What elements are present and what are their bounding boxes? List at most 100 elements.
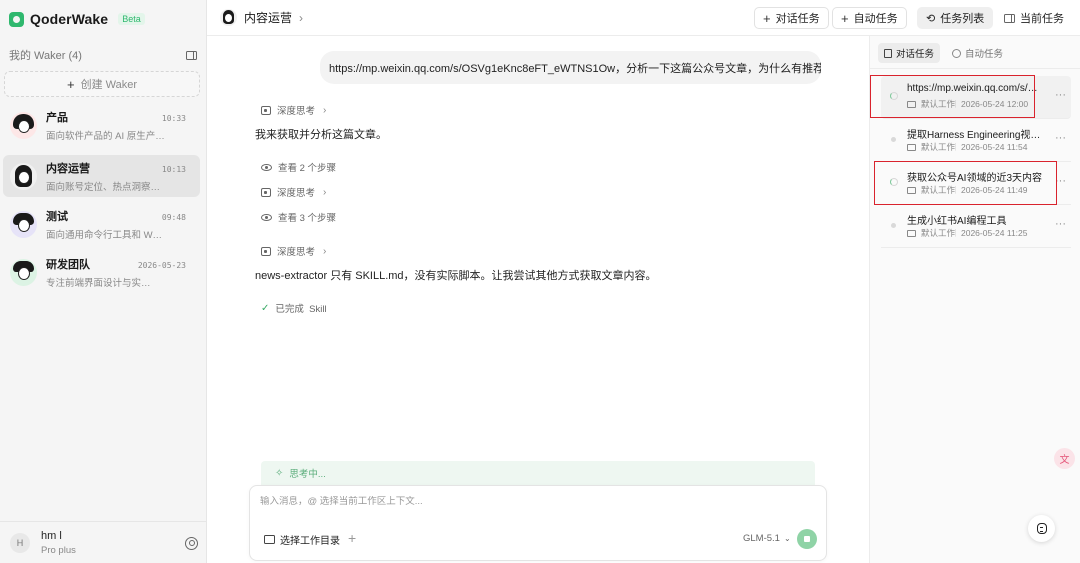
tab-chat-tasks[interactable]: 对话任务 [878,43,941,63]
user-plan: Pro plus [41,545,76,556]
new-chat-task-button[interactable]: + 对话任务 [754,7,829,29]
page-title: 内容运营 [244,11,293,25]
waker-section-header: 我的 Waker (4) [9,47,197,63]
more-icon[interactable]: ··· [1055,218,1066,230]
waker-desc: 面向软件产品的 AI 原生产品… [46,130,166,142]
eye-icon [261,213,272,221]
breadcrumb[interactable]: 内容运营 › [220,9,303,26]
chat-task-label: 对话任务 [775,13,820,25]
waker-desc: 面向账号定位、热点洞察、… [46,181,166,193]
stop-button[interactable] [797,529,817,549]
deep-think-toggle[interactable]: 深度思考 › [261,185,326,199]
task-title: 获取公众号AI领域的近3天内容 [907,173,1043,184]
loading-spinner-icon [890,92,898,100]
waker-name: 内容运营 [46,162,90,175]
task-time: 2026-05-24 12:00 [961,99,1029,109]
current-task-button[interactable]: 当前任务 [995,7,1073,29]
status-dot-icon [891,223,896,228]
deep-think-label: 深度思考 [277,106,316,117]
deep-think-toggle[interactable]: 深度思考 › [261,103,326,117]
more-icon[interactable]: ··· [1055,175,1066,187]
task-panel: 对话任务 自动任务 https://mp.weixin.qq.com/s/OSV… [869,36,1080,563]
model-selector[interactable]: GLM-5.1 ⌄ [743,533,791,544]
bug-report-button[interactable] [1028,515,1055,542]
chevron-right-icon: › [299,10,304,25]
task-workspace: 默认工作区 [921,142,956,152]
tab-chat-tasks-label: 对话任务 [896,49,935,60]
clock-icon [952,48,962,58]
task-panel-tabs: 对话任务 自动任务 [878,43,1009,63]
folder-icon [907,143,916,151]
doc-icon [884,48,892,58]
user-avatar: H [10,533,30,553]
waker-item-content-ops[interactable]: 内容运营 10:13 面向账号定位、热点洞察、… [3,155,200,197]
waker-item-product[interactable]: 产品 10:33 面向软件产品的 AI 原生产品… [3,104,200,146]
view-steps-toggle[interactable]: 查看 3 个步骤 [261,210,336,224]
waker-item-dev-team[interactable]: 研发团队 2026-05-23 专注前端界面设计与实… [3,251,200,293]
translate-icon[interactable]: 文 [1054,448,1075,469]
done-label: 已完成 Skill [275,304,327,315]
plus-icon: + [841,10,849,26]
task-time: 2026-05-24 11:25 [961,228,1028,238]
more-icon[interactable]: ··· [1055,89,1066,101]
message-composer: 选择工作目录 + GLM-5.1 ⌄ [249,485,827,561]
deep-think-label: 深度思考 [277,188,316,199]
history-icon: ⟲ [926,12,936,25]
avatar-face [18,170,30,184]
tab-auto-tasks[interactable]: 自动任务 [946,43,1009,63]
task-workspace: 默认工作区 [921,99,956,109]
message-input[interactable] [260,496,800,507]
divider [870,68,1080,69]
check-icon: ✓ [261,302,270,314]
task-item[interactable]: 提取Harness Engineering视频内容 默认工作区 2026-05-… [881,119,1071,162]
add-attachment-button[interactable]: + [348,530,356,546]
plus-icon: + [763,10,771,26]
task-meta: 默认工作区 2026-05-24 11:54 [907,141,1027,153]
task-workspace: 默认工作区 [921,228,956,238]
task-list-button[interactable]: ⟲ 任务列表 [917,7,994,29]
chevron-right-icon: › [323,186,327,198]
waker-name: 产品 [46,111,68,124]
view-steps-toggle[interactable]: 查看 2 个步骤 [261,160,336,174]
waker-section-label: 我的 Waker (4) [9,50,82,62]
folder-icon [907,100,916,108]
task-list-label: 任务列表 [940,13,985,25]
divider [0,521,207,522]
auto-task-label: 自动任务 [853,13,898,25]
waker-time: 10:33 [161,113,186,123]
sidebar: QoderWake Beta 我的 Waker (4) + 创建 Waker 产… [0,0,207,563]
thinking-status-bar: ✧ 思考中... [261,461,815,485]
task-item[interactable]: 获取公众号AI领域的近3天内容 默认工作区 2026-05-24 11:49 ·… [881,162,1071,205]
task-meta: 默认工作区 2026-05-24 12:00 [907,98,1028,110]
waker-item-test[interactable]: 测试 09:48 面向通用命令行工具和 Web … [3,203,200,245]
status-dot-icon [891,137,896,142]
app-logo-icon [9,11,24,27]
task-meta: 默认工作区 2026-05-24 11:25 [907,227,1027,239]
chevron-down-icon: ⌄ [783,534,791,543]
user-profile[interactable]: H hm l Pro plus [10,530,198,556]
avatar [10,210,37,238]
assistant-reply: news-extractor 只有 SKILL.md，没有实际脚本。让我尝试其他… [255,270,657,282]
skill-done-status[interactable]: ✓ 已完成 Skill [261,301,327,316]
task-item[interactable]: https://mp.weixin.qq.com/s/OSVg1eKnc8eFT… [881,76,1071,119]
toggle-sidebar-icon[interactable] [186,50,197,60]
think-icon [261,105,271,115]
chevron-right-icon: › [323,104,327,116]
eye-icon [261,163,272,171]
more-icon[interactable]: ··· [1055,132,1066,144]
deep-think-toggle[interactable]: 深度思考 › [261,244,326,258]
settings-gear-icon[interactable] [185,536,198,550]
waker-time: 2026-05-23 [137,260,186,270]
create-waker-button[interactable]: + 创建 Waker [4,71,200,97]
new-auto-task-button[interactable]: + 自动任务 [832,7,907,29]
create-waker-label: 创建 Waker [80,79,138,91]
top-header: 内容运营 › + 对话任务 + 自动任务 ⟲ 任务列表 当前任务 [207,0,1080,36]
waker-name: 测试 [46,210,68,223]
panel-icon [1004,13,1015,23]
deep-think-label: 深度思考 [277,247,316,258]
waker-time: 09:48 [161,212,186,222]
select-workdir-button[interactable]: 选择工作目录 [264,532,340,547]
avatar-face [18,266,30,280]
task-item[interactable]: 生成小红书AI编程工具 默认工作区 2026-05-24 11:25 ··· [881,205,1071,248]
logo: QoderWake Beta [9,10,145,28]
